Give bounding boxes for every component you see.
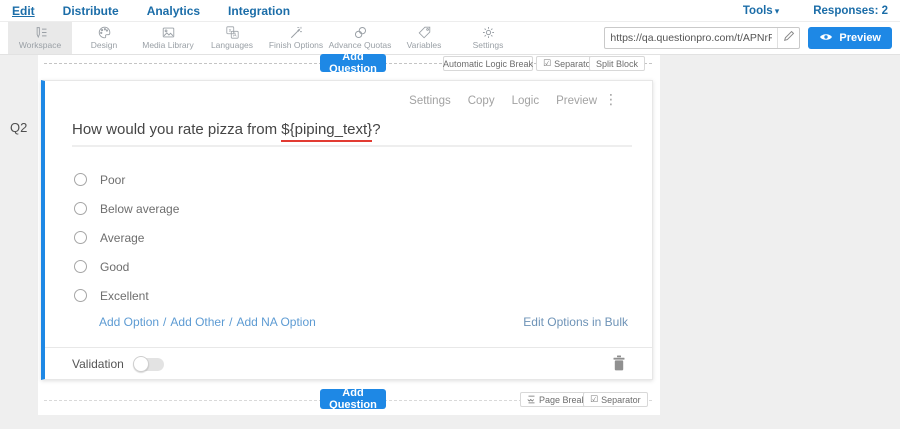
question-card: Settings Copy Logic Preview ⋮ How would … [41, 80, 653, 380]
add-question-button-bottom[interactable]: Add Question [320, 389, 386, 409]
answer-options: Poor Below average Average Good Excellen… [74, 165, 622, 310]
option-row[interactable]: Excellent [74, 281, 622, 310]
chain-links-icon [353, 26, 368, 39]
question-preview-link[interactable]: Preview [556, 95, 597, 107]
radio-icon[interactable] [74, 173, 87, 186]
question-card-menu: Settings Copy Logic Preview [409, 95, 597, 107]
split-block-button[interactable]: Split Block [589, 56, 645, 71]
tab-workspace[interactable]: Workspace [8, 22, 72, 54]
gear-icon [481, 26, 496, 39]
tab-finish-options[interactable]: Finish Options [264, 22, 328, 54]
add-question-button-top[interactable]: Add Question [320, 54, 386, 72]
piping-text-token: ${piping_text} [281, 121, 372, 142]
preview-button[interactable]: Preview [808, 27, 892, 49]
edit-toolbar: Workspace Design Media Library xA Langua… [0, 22, 900, 55]
separator-button-bottom[interactable]: ☑ Separator [583, 392, 648, 407]
validation-toggle[interactable] [134, 358, 164, 371]
add-option-link[interactable]: Add Option [99, 315, 159, 329]
palette-icon [97, 26, 112, 39]
tab-advance-quotas[interactable]: Advance Quotas [328, 22, 392, 54]
link-separator: / [229, 315, 232, 329]
svg-text:A: A [232, 33, 236, 39]
edit-url-button[interactable] [777, 28, 799, 48]
question-settings-link[interactable]: Settings [409, 95, 451, 107]
radio-icon[interactable] [74, 260, 87, 273]
tag-icon [417, 26, 432, 39]
pencil-icon [783, 29, 795, 47]
question-number: Q2 [10, 120, 27, 135]
question-logic-link[interactable]: Logic [512, 95, 540, 107]
option-row[interactable]: Below average [74, 194, 622, 223]
checkbox-icon: ☑ [590, 395, 598, 404]
delete-question-button[interactable] [612, 355, 626, 376]
nav-edit[interactable]: Edit [12, 4, 35, 18]
svg-text:x: x [228, 28, 231, 34]
workspace-icon [33, 26, 48, 39]
nav-integration[interactable]: Integration [228, 4, 290, 18]
tab-variables[interactable]: Variables [392, 22, 456, 54]
kebab-menu-icon[interactable]: ⋮ [604, 92, 618, 106]
add-na-option-link[interactable]: Add NA Option [236, 315, 315, 329]
tab-settings[interactable]: Settings [456, 22, 520, 54]
question-text[interactable]: How would you rate pizza from ${piping_t… [72, 121, 632, 147]
question-copy-link[interactable]: Copy [468, 95, 495, 107]
tools-menu[interactable]: Tools▾ [743, 5, 779, 17]
radio-icon[interactable] [74, 202, 87, 215]
automatic-logic-break-button[interactable]: Automatic Logic Break [443, 56, 533, 71]
page-break-icon [527, 395, 536, 404]
checkbox-icon: ☑ [543, 59, 551, 68]
tab-design[interactable]: Design [72, 22, 136, 54]
trash-icon [612, 358, 626, 375]
option-row[interactable]: Good [74, 252, 622, 281]
translate-icon: xA [225, 26, 240, 39]
tab-media-library[interactable]: Media Library [136, 22, 200, 54]
survey-url-input[interactable] [605, 32, 777, 44]
nav-distribute[interactable]: Distribute [63, 4, 119, 18]
image-icon [161, 26, 176, 39]
edit-options-in-bulk-link[interactable]: Edit Options in Bulk [523, 315, 628, 329]
validation-label: Validation [72, 357, 124, 371]
magic-wand-icon [289, 26, 304, 39]
link-separator: / [163, 315, 166, 329]
card-divider [45, 347, 652, 348]
survey-url-box [604, 27, 800, 49]
option-row[interactable]: Average [74, 223, 622, 252]
option-row[interactable]: Poor [74, 165, 622, 194]
top-nav: Edit Distribute Analytics Integration To… [0, 0, 900, 22]
toggle-knob [133, 356, 149, 372]
chevron-down-icon: ▾ [775, 6, 780, 16]
workspace-panel: Add Question Automatic Logic Break ☑ Sep… [38, 55, 660, 415]
nav-analytics[interactable]: Analytics [147, 4, 200, 18]
validation-row: Validation [72, 357, 164, 371]
radio-icon[interactable] [74, 289, 87, 302]
radio-icon[interactable] [74, 231, 87, 244]
option-links-row: Add Option / Add Other / Add NA Option E… [99, 315, 628, 329]
eye-icon [819, 32, 833, 45]
tab-languages[interactable]: xA Languages [200, 22, 264, 54]
responses-link[interactable]: Responses: 2 [813, 5, 888, 17]
add-other-link[interactable]: Add Other [170, 315, 225, 329]
